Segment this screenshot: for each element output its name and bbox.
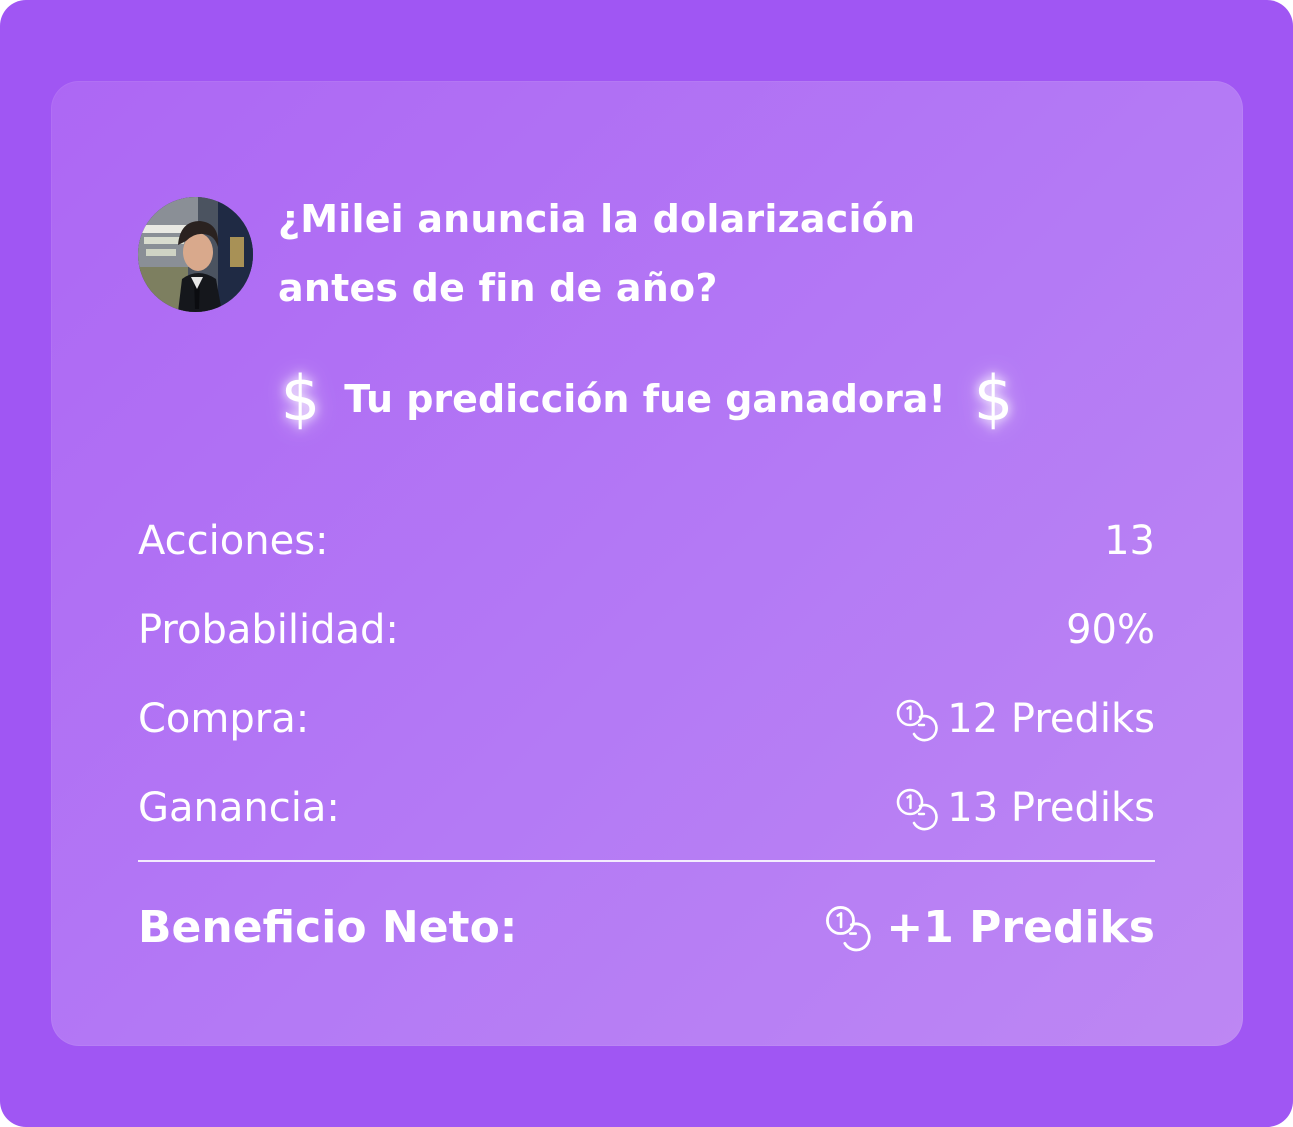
dollar-sign-icon: $ bbox=[973, 362, 1014, 435]
stat-value: 13 bbox=[1104, 518, 1155, 564]
market-avatar bbox=[138, 196, 253, 312]
winning-message: Tu predicción fue ganadora! bbox=[344, 377, 946, 421]
stat-label: Probabilidad: bbox=[138, 606, 399, 653]
market-question: ¿Milei anuncia la dolarización antes de … bbox=[278, 197, 916, 310]
stat-label: Ganancia: bbox=[138, 784, 340, 831]
avatar-photo bbox=[138, 196, 253, 312]
stat-row-ganancia: Ganancia: 13 Prediks bbox=[138, 763, 1155, 852]
stat-label: Compra: bbox=[138, 695, 310, 742]
stat-row-compra: Compra: 12 Prediks bbox=[138, 674, 1155, 763]
net-profit-row: Beneficio Neto: +1 Prediks bbox=[138, 862, 1155, 992]
stat-value-text: 12 Prediks bbox=[947, 695, 1155, 742]
stat-value: 13 Prediks bbox=[893, 785, 1155, 831]
screen-background: ¿Milei anuncia la dolarización antes de … bbox=[0, 0, 1293, 1127]
stat-row-probabilidad: Probabilidad: 90% bbox=[138, 585, 1155, 674]
market-header: ¿Milei anuncia la dolarización antes de … bbox=[138, 185, 998, 323]
coins-icon bbox=[826, 906, 871, 952]
net-profit-label: Beneficio Neto: bbox=[138, 901, 518, 953]
stat-value: 90% bbox=[1066, 607, 1155, 653]
winning-banner: $ Tu predicción fue ganadora! $ bbox=[51, 368, 1243, 430]
stats-list: Acciones: 13 Probabilidad: 90% Compra: 1… bbox=[138, 496, 1155, 992]
stat-value-text: 90% bbox=[1066, 606, 1155, 653]
coins-icon bbox=[896, 699, 938, 741]
net-profit-value-text: +1 Prediks bbox=[886, 901, 1155, 953]
stat-row-acciones: Acciones: 13 bbox=[138, 496, 1155, 585]
stat-label: Acciones: bbox=[138, 517, 329, 564]
stat-value-text: 13 bbox=[1104, 517, 1155, 564]
stat-value-text: 13 Prediks bbox=[947, 784, 1155, 831]
dollar-sign-icon: $ bbox=[280, 362, 321, 435]
net-profit-value: +1 Prediks bbox=[822, 902, 1155, 953]
coins-icon bbox=[896, 788, 938, 830]
stat-value: 12 Prediks bbox=[893, 696, 1155, 742]
prediction-result-card: ¿Milei anuncia la dolarización antes de … bbox=[51, 81, 1243, 1046]
